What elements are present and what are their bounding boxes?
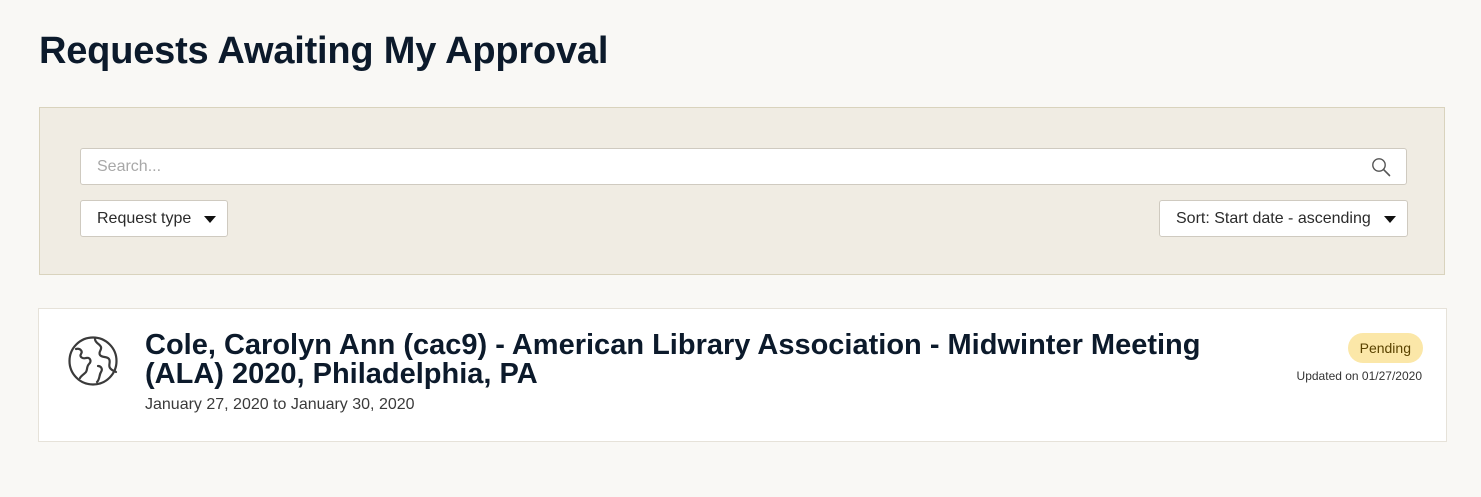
sort-dropdown[interactable]: Sort: Start date - ascending	[1159, 200, 1408, 237]
filter-panel: Request type Sort: Start date - ascendin…	[39, 107, 1445, 275]
chevron-down-icon	[1384, 216, 1396, 223]
request-card[interactable]: Cole, Carolyn Ann (cac9) - American Libr…	[38, 308, 1447, 442]
request-dates: January 27, 2020 to January 30, 2020	[145, 396, 415, 413]
chevron-down-icon	[204, 216, 216, 223]
search-input[interactable]	[81, 149, 1351, 184]
request-type-label: Request type	[97, 210, 192, 227]
updated-date: Updated on 01/27/2020	[1296, 369, 1422, 383]
sort-label: Sort: Start date - ascending	[1176, 210, 1371, 227]
status-badge: Pending	[1347, 333, 1423, 363]
globe-icon	[68, 336, 118, 386]
page-title: Requests Awaiting My Approval	[39, 30, 609, 72]
request-title[interactable]: Cole, Carolyn Ann (cac9) - American Libr…	[145, 331, 1225, 389]
search-box[interactable]	[80, 148, 1407, 185]
page: Requests Awaiting My Approval Request ty…	[0, 0, 1481, 497]
request-type-dropdown[interactable]: Request type	[80, 200, 228, 237]
search-icon[interactable]	[1371, 157, 1391, 177]
